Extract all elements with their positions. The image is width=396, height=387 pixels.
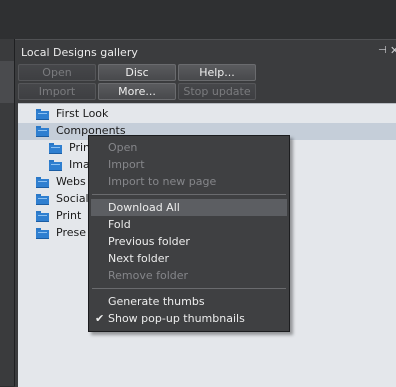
folder-icon	[36, 228, 49, 239]
tree-item-label: First Look	[56, 107, 109, 120]
folder-icon	[49, 160, 62, 171]
menu-item-label: Download All	[108, 201, 180, 214]
menu-separator	[92, 194, 286, 195]
left-panel-tab[interactable]	[0, 61, 14, 103]
menu-item-remove-folder[interactable]: Remove folder	[89, 267, 289, 284]
pin-icon[interactable]: ⊣	[378, 45, 387, 57]
folder-icon	[49, 143, 62, 154]
menu-item-generate-thumbs[interactable]: Generate thumbs	[89, 293, 289, 310]
disc-designs-button[interactable]: Disc designs...	[98, 64, 176, 94]
left-side-panel	[0, 39, 15, 386]
stop-update-button[interactable]: Stop update	[178, 83, 256, 100]
folder-icon	[36, 109, 49, 120]
menu-item-label: Import to new page	[108, 175, 217, 188]
menu-item-next-folder[interactable]: Next folder	[89, 250, 289, 267]
menu-item-import-to-new-page[interactable]: Import to new page	[89, 173, 289, 190]
close-icon[interactable]: ✕	[390, 45, 396, 57]
menu-item-label: Next folder	[108, 252, 170, 265]
tree-item-label: Prese	[56, 226, 86, 239]
tree-item-label: Webs	[56, 175, 86, 188]
tree-item-label: Social	[56, 192, 89, 205]
folder-open-icon	[36, 126, 49, 137]
folder-icon	[36, 177, 49, 188]
menu-item-import[interactable]: Import	[89, 156, 289, 173]
tree-item-label: Ima	[69, 158, 90, 171]
folder-icon	[36, 211, 49, 222]
context-menu: Open Import Import to new page Download …	[88, 135, 290, 332]
menu-item-label: Generate thumbs	[108, 295, 205, 308]
app-top-area	[0, 0, 396, 39]
folder-icon	[36, 194, 49, 205]
open-button[interactable]: Open	[18, 64, 96, 81]
tree-item-first-look[interactable]: First Look	[18, 106, 396, 123]
menu-item-download-all[interactable]: Download All	[91, 199, 287, 216]
menu-item-open[interactable]: Open	[89, 139, 289, 156]
menu-item-label: Open	[108, 141, 138, 154]
import-button[interactable]: Import	[18, 83, 96, 100]
menu-item-previous-folder[interactable]: Previous folder	[89, 233, 289, 250]
more-button[interactable]: More...	[98, 83, 176, 100]
menu-item-label: Import	[108, 158, 145, 171]
menu-item-label: Previous folder	[108, 235, 190, 248]
gallery-title: Local Designs gallery	[21, 46, 138, 59]
help-button[interactable]: Help...	[178, 64, 256, 81]
menu-separator	[92, 288, 286, 289]
menu-item-label: Remove folder	[108, 269, 189, 282]
checkmark-icon: ✔	[95, 312, 105, 325]
tree-item-label: Prin	[69, 141, 90, 154]
menu-item-label: Show pop-up thumbnails	[108, 312, 245, 325]
menu-item-show-popup-thumbnails[interactable]: ✔ Show pop-up thumbnails	[89, 310, 289, 327]
menu-item-label: Fold	[108, 218, 131, 231]
menu-item-fold[interactable]: Fold	[89, 216, 289, 233]
gallery-header: Local Designs gallery ⊣ ✕	[15, 42, 396, 62]
tree-item-label: Print	[56, 209, 82, 222]
